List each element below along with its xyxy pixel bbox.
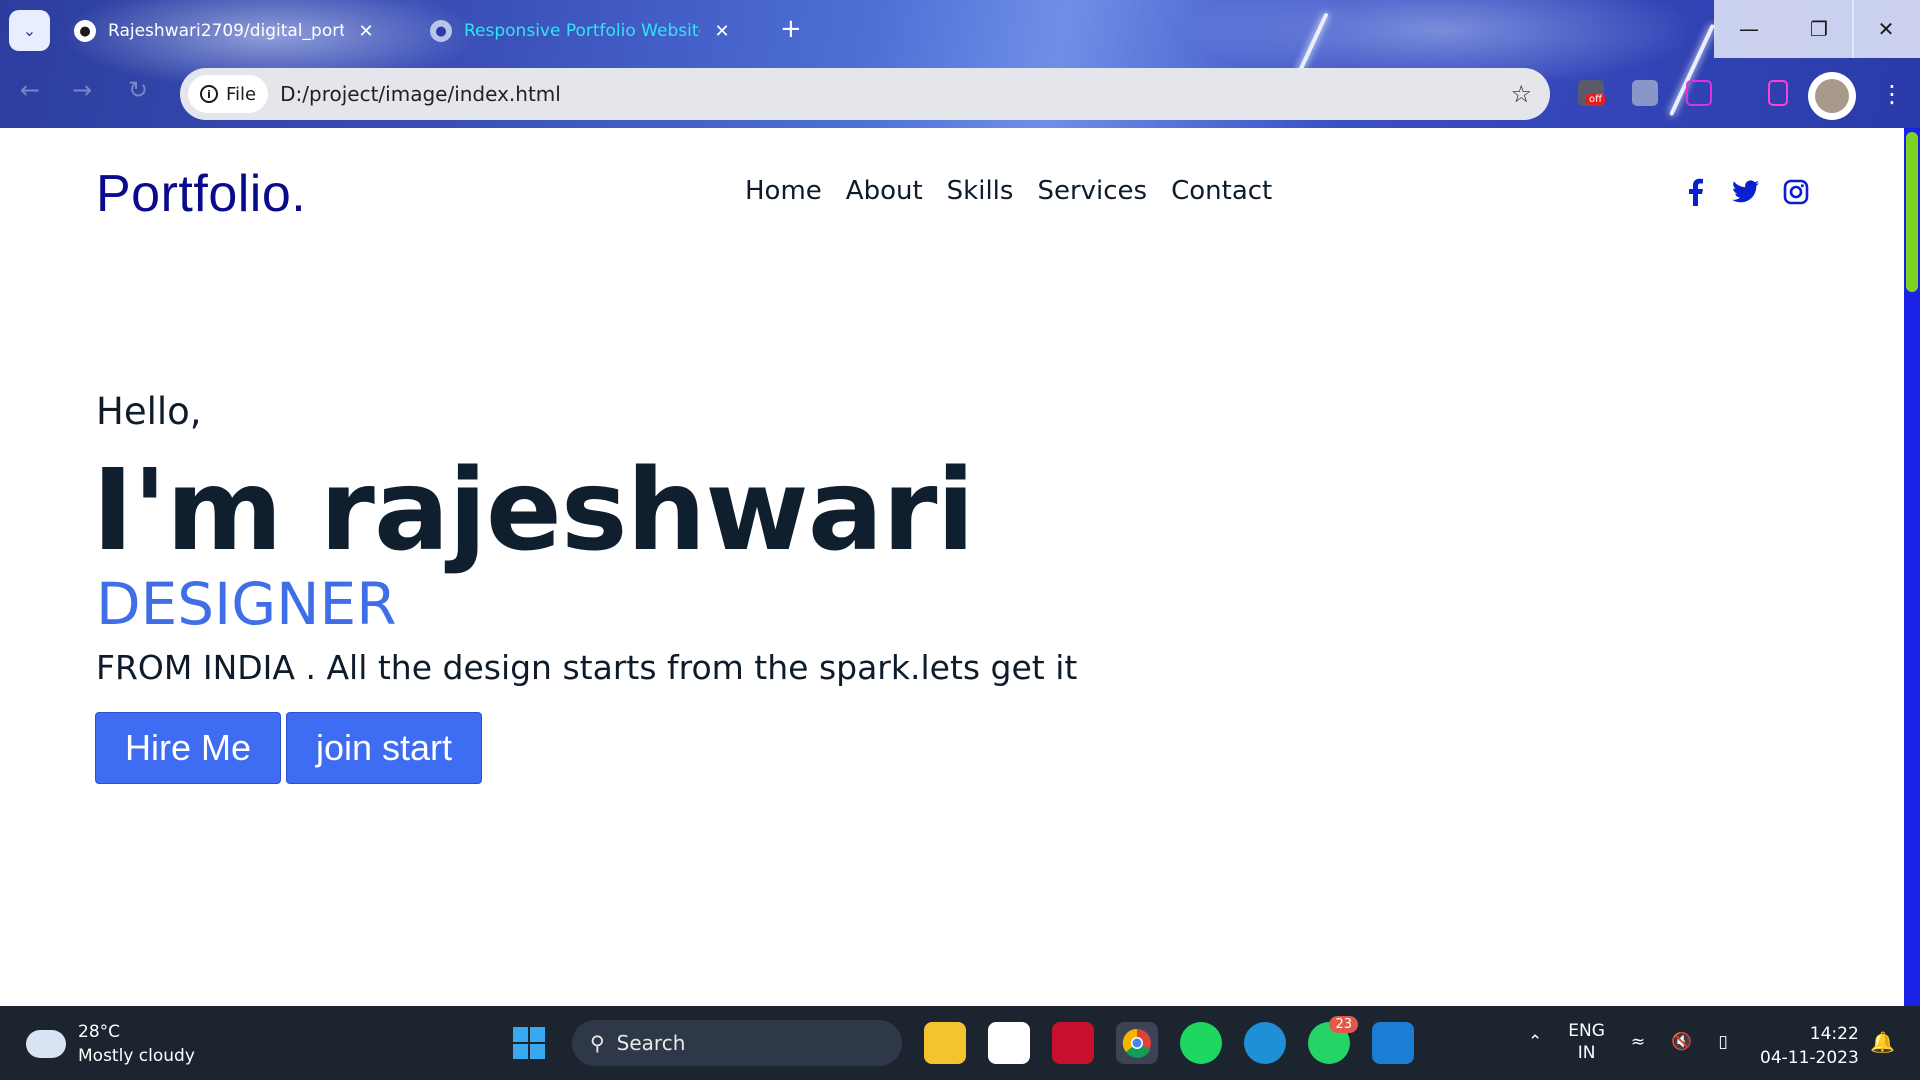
web-page: Portfolio. Home About Skills Services Co… <box>0 128 1904 1006</box>
site-info-chip[interactable]: i File <box>188 75 269 113</box>
weather-desc: Mostly cloudy <box>78 1046 195 1066</box>
file-explorer-icon[interactable] <box>924 1022 966 1064</box>
reload-button[interactable]: ↻ <box>128 76 148 104</box>
clock-date: 04-11-2023 <box>1760 1048 1859 1068</box>
puzzle-icon[interactable] <box>1686 80 1712 106</box>
close-window-button[interactable]: ✕ <box>1852 0 1920 58</box>
close-tab-icon[interactable]: ✕ <box>356 21 376 42</box>
whatsapp-icon[interactable]: 23 <box>1308 1016 1358 1064</box>
hero-greeting: Hello, <box>96 390 202 433</box>
notification-bell-icon[interactable]: 🔔 <box>1870 1030 1895 1054</box>
spotify-icon[interactable] <box>1180 1022 1222 1064</box>
notification-badge: 23 <box>1329 1016 1358 1033</box>
menu-kebab-icon[interactable]: ⋮ <box>1880 80 1904 108</box>
avatar-image <box>1815 79 1849 113</box>
browser-chrome: ⌄ ● Rajeshwari2709/digital_portfo ✕ ● Re… <box>0 0 1920 128</box>
restore-button[interactable]: ❐ <box>1784 0 1854 58</box>
facebook-icon[interactable] <box>1682 178 1710 206</box>
extension-icon[interactable] <box>1632 80 1658 106</box>
battery-icon[interactable]: ▯ <box>1718 1032 1727 1052</box>
minimize-icon: — <box>1739 17 1759 41</box>
profile-avatar[interactable] <box>1808 72 1856 120</box>
close-tab-icon[interactable]: ✕ <box>712 21 732 42</box>
volume-muted-icon[interactable]: 🔇 <box>1671 1032 1692 1052</box>
site-info-label: File <box>226 83 257 105</box>
instagram-icon[interactable] <box>1782 178 1810 206</box>
extension-icon[interactable]: off <box>1578 80 1606 106</box>
github-icon: ● <box>74 20 96 42</box>
nav-home[interactable]: Home <box>745 176 822 206</box>
region-code: IN <box>1577 1043 1596 1063</box>
twitter-icon[interactable] <box>1732 178 1760 206</box>
chevron-up-icon[interactable]: ⌃ <box>1528 1032 1542 1052</box>
back-button[interactable]: ← <box>20 76 40 104</box>
weather-widget[interactable]: 28°C Mostly cloudy <box>22 1020 195 1068</box>
page-scrollbar[interactable] <box>1904 128 1920 1006</box>
new-tab-button[interactable]: + <box>780 14 802 44</box>
mcafee-icon[interactable] <box>1052 1022 1094 1064</box>
taskbar-search[interactable]: ⚲ Search <box>572 1020 902 1066</box>
wifi-icon[interactable]: ≈ <box>1631 1032 1645 1052</box>
extension-badge: off <box>1586 94 1606 105</box>
scrollbar-thumb[interactable] <box>1906 132 1918 292</box>
join-start-button[interactable]: join start <box>286 712 482 784</box>
tab-search-button[interactable]: ⌄ <box>9 10 50 51</box>
social-links <box>1682 178 1810 206</box>
site-logo[interactable]: Portfolio. <box>96 164 306 224</box>
taskbar-apps: ⚲ Search 23 <box>508 1016 1414 1066</box>
language-code: ENG <box>1568 1021 1605 1041</box>
hire-me-button[interactable]: Hire Me <box>95 712 281 784</box>
tab-title: Responsive Portfolio Website <box>464 21 700 41</box>
clock[interactable]: 14:22 04-11-2023 <box>1760 1022 1859 1070</box>
chevron-down-icon: ⌄ <box>22 21 37 40</box>
search-placeholder: Search <box>616 1031 686 1055</box>
restore-icon: ❐ <box>1810 17 1828 41</box>
chrome-icon[interactable] <box>1116 1022 1158 1064</box>
close-icon: ✕ <box>1877 17 1895 41</box>
info-icon: i <box>200 85 218 103</box>
url-text[interactable]: D:/project/image/index.html <box>280 82 1510 106</box>
weather-temp: 28°C <box>78 1022 121 1042</box>
hero-tagline: FROM INDIA . All the design starts from … <box>96 648 1078 687</box>
nav-contact[interactable]: Contact <box>1171 176 1272 206</box>
hero-role: DESIGNER <box>96 570 397 638</box>
minimize-button[interactable]: — <box>1714 0 1784 58</box>
language-indicator[interactable]: ENG IN <box>1568 1020 1605 1064</box>
side-panel-icon[interactable] <box>1768 80 1788 106</box>
bookmark-star-icon[interactable]: ☆ <box>1510 80 1532 108</box>
tab-title: Rajeshwari2709/digital_portfo <box>108 21 344 41</box>
tab-portfolio[interactable]: ● Responsive Portfolio Website ✕ <box>416 10 746 52</box>
main-nav: Home About Skills Services Contact <box>745 176 1272 206</box>
system-tray: ⌃ ENG IN ≈ 🔇 ▯ <box>1528 1020 1728 1064</box>
search-icon: ⚲ <box>590 1031 605 1055</box>
microsoft-store-icon[interactable] <box>988 1022 1030 1064</box>
globe-icon: ● <box>430 20 452 42</box>
windows-start-icon[interactable] <box>508 1022 550 1064</box>
forward-button[interactable]: → <box>72 76 92 104</box>
nav-about[interactable]: About <box>846 176 923 206</box>
hero-name: I'm rajeshwari <box>92 446 975 576</box>
nav-services[interactable]: Services <box>1037 176 1147 206</box>
taskbar: 28°C Mostly cloudy ⚲ Search 23 ⌃ ENG IN … <box>0 1006 1920 1080</box>
clock-time: 14:22 <box>1809 1024 1859 1044</box>
cloud-icon <box>22 1020 66 1058</box>
address-bar[interactable]: i File D:/project/image/index.html ☆ <box>180 68 1550 120</box>
edge-icon[interactable] <box>1244 1022 1286 1064</box>
nav-skills[interactable]: Skills <box>947 176 1014 206</box>
tab-github[interactable]: ● Rajeshwari2709/digital_portfo ✕ <box>60 10 390 52</box>
vscode-icon[interactable] <box>1372 1022 1414 1064</box>
